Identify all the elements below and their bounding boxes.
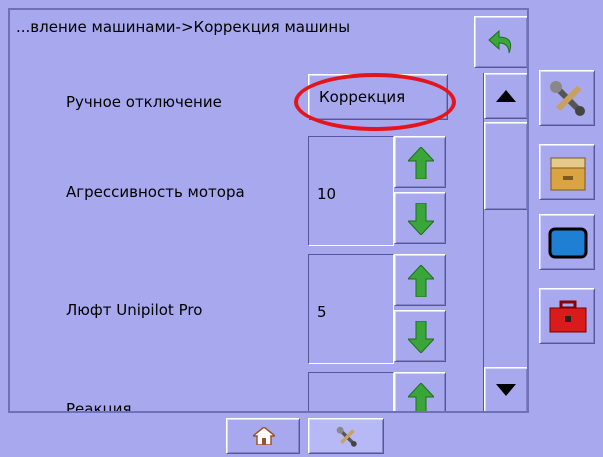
motor-aggressiveness-label: Агрессивность мотора (66, 183, 245, 201)
scroll-up-button[interactable] (484, 73, 527, 119)
monitor-icon (548, 227, 588, 259)
tools-icon (336, 426, 357, 447)
scroll-down-button[interactable] (484, 367, 527, 411)
green-up-arrow-icon (408, 147, 434, 179)
green-down-arrow-icon (408, 203, 434, 235)
toolbox-tab-button[interactable] (539, 288, 595, 344)
motor-aggressiveness-increase-button[interactable] (394, 136, 446, 188)
green-down-arrow-icon (408, 321, 434, 353)
breadcrumb: ...вление машинами->Коррекция машины (16, 18, 351, 36)
unipilot-play-decrease-button[interactable] (394, 310, 446, 362)
reaction-field[interactable] (308, 372, 394, 411)
triangle-down-icon (496, 384, 516, 396)
home-tab-button[interactable] (226, 418, 300, 454)
motor-aggressiveness-field[interactable]: 10 (308, 136, 394, 246)
tools-bottom-tab-button[interactable] (308, 418, 384, 454)
back-button[interactable] (474, 16, 527, 68)
green-up-arrow-icon (408, 265, 434, 297)
manual-disengage-label: Ручное отключение (66, 93, 222, 111)
unipilot-play-increase-button[interactable] (394, 254, 446, 306)
motor-aggressiveness-decrease-button[interactable] (394, 192, 446, 244)
archive-tab-button[interactable] (539, 144, 595, 200)
bottom-tab-bar (0, 414, 603, 457)
green-up-arrow-icon (408, 383, 434, 411)
unipilot-play-value: 5 (317, 303, 327, 321)
scroll-thumb[interactable] (484, 122, 527, 210)
home-icon (253, 427, 275, 445)
unipilot-play-field[interactable]: 5 (308, 254, 394, 364)
unipilot-play-label: Люфт Unipilot Pro (66, 301, 203, 319)
tools-icon (550, 81, 585, 116)
display-tab-button[interactable] (539, 214, 595, 270)
back-arrow-icon (488, 29, 512, 54)
motor-aggressiveness-value: 10 (317, 185, 337, 203)
filing-drawer-icon (550, 157, 586, 191)
highlight-ellipse (294, 73, 456, 131)
tools-tab-button[interactable] (539, 70, 595, 126)
triangle-up-icon (496, 90, 516, 102)
settings-panel: ...вление машинами->Коррекция машины Руч… (8, 8, 529, 413)
reaction-label: Реакция (66, 400, 132, 413)
red-toolbox-icon (549, 300, 587, 333)
reaction-increase-button[interactable] (394, 372, 446, 411)
